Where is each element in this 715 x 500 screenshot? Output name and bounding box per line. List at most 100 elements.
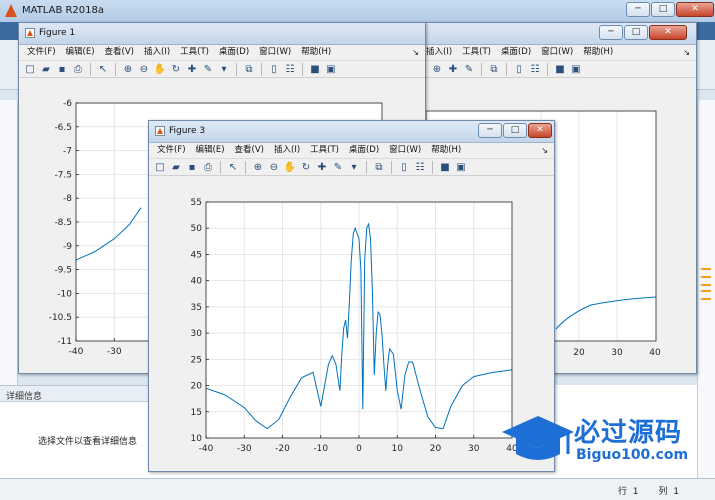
menu-item[interactable]: 插入(I) (426, 45, 452, 60)
new-figure-icon[interactable]: □ (153, 161, 167, 174)
marker (701, 276, 711, 278)
menu-dock-arrow-icon[interactable]: ↘ (412, 45, 419, 60)
y-tick-label: -11 (57, 337, 72, 347)
hide-plot-tools-icon[interactable]: ■ (553, 63, 567, 76)
zoom-out-icon[interactable]: ⊖ (137, 63, 151, 76)
legend-icon[interactable]: ☷ (528, 63, 542, 76)
toolbar-separator (366, 160, 367, 174)
menu-item[interactable]: 文件(F) (157, 143, 186, 158)
figure-3-maximize-button[interactable]: □ (503, 123, 527, 138)
brush-dropdown-icon[interactable]: ▾ (347, 161, 361, 174)
toolbar-separator (90, 62, 91, 76)
datacursor-icon[interactable]: ✚ (446, 63, 460, 76)
y-tick-label: -7 (63, 147, 72, 157)
link-plot-icon[interactable]: ⧉ (372, 161, 386, 174)
brush-icon[interactable]: ✎ (201, 63, 215, 76)
toolbar-separator (547, 62, 548, 76)
menu-item[interactable]: 文件(F) (27, 45, 56, 60)
colorbar-icon[interactable]: ▯ (512, 63, 526, 76)
edit-plot-icon[interactable]: ↖ (96, 63, 110, 76)
open-file-icon[interactable]: ▰ (169, 161, 183, 174)
menu-dock-arrow-icon[interactable]: ↘ (683, 45, 690, 60)
figure-2-maximize-button[interactable]: □ (624, 25, 648, 40)
datacursor-icon[interactable]: ✚ (315, 161, 329, 174)
menu-item[interactable]: 插入(I) (144, 45, 170, 60)
link-plot-icon[interactable]: ⧉ (487, 63, 501, 76)
y-tick-label: 40 (191, 277, 203, 287)
hide-plot-tools-icon[interactable]: ■ (438, 161, 452, 174)
figure-3-toolbar: □ ▰ ▪ ⎙ ↖ ⊕ ⊖ ✋ ↻ ✚ ✎ ▾ ⧉ ▯ ☷ ■ ▣ (149, 158, 554, 176)
save-icon[interactable]: ▪ (185, 161, 199, 174)
figure-2-close-button[interactable]: ✕ (649, 25, 687, 40)
figure-3-canvas: -40 -30 -20 -10 0 10 20 30 40 10 15 20 25 30 35 40 45 50 5… (149, 177, 554, 471)
y-tick-label: -10.5 (49, 313, 72, 323)
colorbar-icon[interactable]: ▯ (267, 63, 281, 76)
menu-item[interactable]: 桌面(D) (349, 143, 379, 158)
main-close-button[interactable]: ✕ (676, 2, 714, 17)
legend-icon[interactable]: ☷ (413, 161, 427, 174)
x-tick-label: 20 (573, 348, 585, 358)
menu-item[interactable]: 帮助(H) (301, 45, 331, 60)
watermark-url: Biguo100.com (576, 447, 689, 463)
open-file-icon[interactable]: ▰ (39, 63, 53, 76)
print-icon[interactable]: ⎙ (71, 63, 85, 76)
menu-dock-arrow-icon[interactable]: ↘ (541, 143, 548, 158)
zoom-out-icon[interactable]: ⊖ (267, 161, 281, 174)
pan-icon[interactable]: ✋ (153, 63, 167, 76)
x-tick-label: 40 (649, 348, 661, 358)
menu-item[interactable]: 编辑(E) (66, 45, 95, 60)
figure-3-minimize-button[interactable]: ─ (478, 123, 502, 138)
menu-item[interactable]: 工具(T) (462, 45, 491, 60)
main-maximize-button[interactable]: □ (651, 2, 675, 17)
figure-1-titlebar[interactable]: Figure 1 (19, 23, 425, 45)
toolbar-separator (236, 62, 237, 76)
brush-icon[interactable]: ✎ (462, 63, 476, 76)
show-plot-tools-icon[interactable]: ▣ (569, 63, 583, 76)
figure-2-toolbar: ⊕ ✚ ✎ ⧉ ▯ ☷ ■ ▣ (426, 60, 696, 78)
menu-item[interactable]: 窗口(W) (259, 45, 291, 60)
menu-item[interactable]: 帮助(H) (583, 45, 613, 60)
toolbar-separator (481, 62, 482, 76)
colorbar-icon[interactable]: ▯ (397, 161, 411, 174)
show-plot-tools-icon[interactable]: ▣ (454, 161, 468, 174)
zoom-in-icon[interactable]: ⊕ (251, 161, 265, 174)
figure-3-window[interactable]: Figure 3 ─ □ ✕ 文件(F) 编辑(E) 查看(V) 插入(I) 工具(T)… (148, 120, 555, 472)
menu-item[interactable]: 桌面(D) (219, 45, 249, 60)
menu-item[interactable]: 编辑(E) (196, 143, 225, 158)
figure-icon (25, 28, 35, 38)
hide-plot-tools-icon[interactable]: ■ (308, 63, 322, 76)
main-minimize-button[interactable]: ─ (626, 2, 650, 17)
link-plot-icon[interactable]: ⧉ (242, 63, 256, 76)
show-plot-tools-icon[interactable]: ▣ (324, 63, 338, 76)
figure-3-titlebar[interactable]: Figure 3 ─ □ ✕ (149, 121, 554, 143)
pan-icon[interactable]: ✋ (283, 161, 297, 174)
edit-plot-icon[interactable]: ↖ (226, 161, 240, 174)
menu-item[interactable]: 插入(I) (274, 143, 300, 158)
figure-2-titlebar[interactable]: ─ □ ✕ (426, 23, 696, 45)
menu-item[interactable]: 窗口(W) (389, 143, 421, 158)
zoom-in-icon[interactable]: ⊕ (430, 63, 444, 76)
menu-item[interactable]: 帮助(H) (431, 143, 461, 158)
menu-item[interactable]: 桌面(D) (501, 45, 531, 60)
rotate-3d-icon[interactable]: ↻ (299, 161, 313, 174)
zoom-in-icon[interactable]: ⊕ (121, 63, 135, 76)
menu-item[interactable]: 查看(V) (235, 143, 264, 158)
legend-icon[interactable]: ☷ (283, 63, 297, 76)
brush-dropdown-icon[interactable]: ▾ (217, 63, 231, 76)
figure-2-minimize-button[interactable]: ─ (599, 25, 623, 40)
y-tick-label: -6 (63, 99, 72, 109)
menu-item[interactable]: 工具(T) (180, 45, 209, 60)
brush-icon[interactable]: ✎ (331, 161, 345, 174)
status-bar: 行 1 列 1 (0, 478, 715, 500)
figure-3-close-button[interactable]: ✕ (528, 123, 552, 138)
menu-item[interactable]: 查看(V) (105, 45, 134, 60)
rotate-3d-icon[interactable]: ↻ (169, 63, 183, 76)
print-icon[interactable]: ⎙ (201, 161, 215, 174)
menu-item[interactable]: 窗口(W) (541, 45, 573, 60)
new-figure-icon[interactable]: □ (23, 63, 37, 76)
save-icon[interactable]: ▪ (55, 63, 69, 76)
menu-item[interactable]: 工具(T) (310, 143, 339, 158)
datacursor-icon[interactable]: ✚ (185, 63, 199, 76)
details-panel-message: 选择文件以查看详细信息 (38, 437, 138, 447)
current-folder-panel[interactable] (0, 100, 18, 385)
